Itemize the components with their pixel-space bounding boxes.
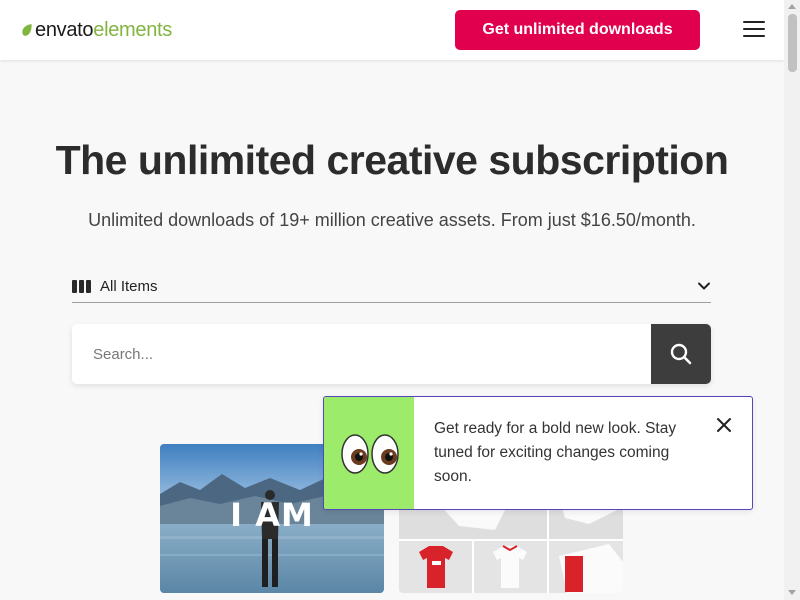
page-title: The unlimited creative subscription bbox=[55, 137, 729, 183]
notification-toast: Get ready for a bold new look. Stay tune… bbox=[323, 396, 753, 510]
scroll-down-arrow-icon[interactable] bbox=[788, 590, 796, 595]
envato-elements-logo[interactable]: envato elements bbox=[20, 17, 172, 43]
category-label: All Items bbox=[100, 278, 158, 295]
search-input[interactable] bbox=[72, 324, 651, 384]
get-unlimited-downloads-button[interactable]: Get unlimited downloads bbox=[455, 10, 700, 50]
chevron-down-icon bbox=[698, 282, 710, 290]
category-dropdown[interactable]: All Items bbox=[72, 275, 711, 303]
page-scrollbar[interactable] bbox=[784, 0, 800, 600]
site-header: envato elements Get unlimited downloads bbox=[0, 0, 784, 60]
logo-word-elements: elements bbox=[93, 18, 173, 41]
close-icon[interactable] bbox=[716, 417, 732, 433]
scrollbar-thumb[interactable] bbox=[788, 14, 797, 72]
page: envato elements Get unlimited downloads T… bbox=[0, 0, 784, 600]
page-subtitle: Unlimited downloads of 19+ million creat… bbox=[88, 210, 696, 230]
search-button[interactable] bbox=[651, 324, 711, 384]
toast-message: Get ready for a bold new look. Stay tune… bbox=[434, 420, 677, 485]
eyes-icon bbox=[324, 397, 414, 509]
search-icon bbox=[670, 343, 692, 365]
logo-word-envato: envato bbox=[35, 18, 94, 41]
scroll-up-arrow-icon[interactable] bbox=[788, 4, 796, 9]
leaf-icon bbox=[22, 24, 32, 36]
hamburger-icon[interactable] bbox=[743, 21, 765, 39]
grid-icon bbox=[72, 279, 92, 294]
search-bar bbox=[72, 324, 711, 384]
